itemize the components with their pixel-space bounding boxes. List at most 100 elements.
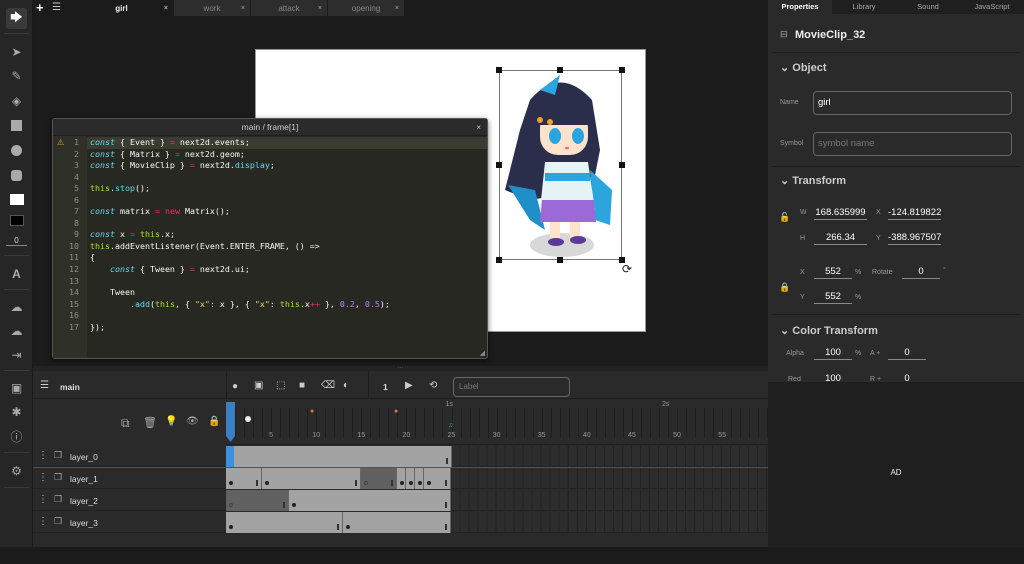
sound-marker-icon[interactable]: ♫ — [448, 422, 453, 429]
layer-row[interactable]: ⋮ ❐ layer_3 — [33, 512, 226, 533]
layer-row[interactable]: ⋮ ❐ layer_2 — [33, 490, 226, 511]
color-transform-section-header[interactable]: ⌄ Color Transform — [780, 324, 878, 337]
code-line[interactable]: const matrix = new Matrix(); — [87, 206, 487, 218]
frame-span[interactable] — [262, 468, 362, 489]
tab-properties[interactable]: Properties — [768, 0, 832, 14]
add-tab-icon[interactable]: + — [36, 0, 44, 15]
code-line[interactable] — [87, 310, 487, 322]
resize-handle[interactable] — [619, 162, 625, 168]
frame-span[interactable] — [406, 468, 416, 489]
editor-title-bar[interactable]: main / frame[1] × — [53, 119, 487, 136]
close-editor-button[interactable]: × — [476, 119, 481, 136]
playhead[interactable] — [226, 402, 235, 442]
onion-skin-icon[interactable]: ● — [232, 381, 238, 392]
code-line[interactable]: this.stop(); — [87, 183, 487, 195]
keyframe[interactable] — [229, 481, 233, 485]
loop-icon[interactable]: ⟲ — [429, 380, 437, 391]
pen-tool-icon[interactable]: ✎ — [6, 65, 27, 86]
rotate-input[interactable]: 0 — [902, 266, 940, 279]
close-tab-icon[interactable]: × — [241, 5, 245, 12]
frame-span[interactable] — [226, 468, 263, 489]
code-line[interactable]: const { Tween } = next2d.ui; — [87, 264, 487, 276]
fill-color-swatch[interactable] — [6, 189, 27, 210]
layer-row[interactable]: ⋮ ❐ layer_1 — [33, 468, 226, 489]
circle-tool-icon[interactable] — [6, 140, 27, 161]
tab-javascript[interactable]: JavaScript — [960, 0, 1024, 14]
height-input[interactable]: 266.34 — [814, 232, 867, 245]
stroke-color-swatch[interactable] — [6, 210, 27, 231]
scale-x-input[interactable]: 552 — [814, 266, 852, 279]
code-line[interactable]: }); — [87, 322, 487, 334]
light-icon[interactable]: 💡 — [165, 416, 177, 427]
code-line[interactable] — [87, 172, 487, 184]
resize-handle[interactable] — [557, 67, 563, 73]
code-line[interactable]: { — [87, 252, 487, 264]
info-icon[interactable]: ⓘ — [6, 426, 27, 447]
bug-icon[interactable]: ✱ — [6, 401, 27, 422]
frame-ruler[interactable]: 5 10 15 20 25 30 35 40 45 50 55 1s 2s — [226, 400, 769, 445]
export-icon[interactable]: ⇥ — [6, 344, 27, 365]
keyframe[interactable] — [400, 481, 405, 485]
delete-frame-icon[interactable]: ⌫ — [321, 380, 335, 391]
scene-menu-icon[interactable]: ☰ — [40, 380, 49, 391]
keyframe[interactable] — [292, 503, 297, 507]
object-section-header[interactable]: ⌄ Object — [780, 61, 827, 74]
code-line[interactable]: Tween — [87, 287, 487, 299]
code-line[interactable] — [87, 276, 487, 288]
alpha-offset-input[interactable]: 0 — [888, 347, 926, 360]
play-icon[interactable]: ▶ — [405, 380, 413, 391]
name-input[interactable]: girl — [813, 91, 1012, 115]
code-line[interactable] — [87, 218, 487, 230]
code-line[interactable]: const x = this.x; — [87, 229, 487, 241]
code-line[interactable]: const { Event } = next2d.events; — [87, 137, 487, 149]
direct-select-tool-icon[interactable]: ➤ — [6, 41, 27, 62]
frame-span[interactable] — [343, 512, 452, 533]
resize-handle[interactable] — [557, 257, 563, 263]
frame-span[interactable] — [361, 468, 398, 489]
keyframe[interactable] — [229, 525, 233, 529]
rotate-handle-icon[interactable]: ⟳ — [622, 262, 632, 276]
frame-span[interactable] — [415, 468, 425, 489]
cloud-download-icon[interactable]: ☁ — [6, 320, 27, 341]
frame-span[interactable] — [424, 468, 452, 489]
keyframe[interactable] — [409, 481, 414, 485]
delete-layer-icon[interactable]: 🗑 — [143, 416, 157, 429]
keyframe[interactable] — [364, 481, 369, 485]
lock-all-icon[interactable]: 🔒 — [208, 416, 220, 427]
drag-handle-icon[interactable]: ⋮ — [38, 472, 48, 483]
frame-icon[interactable]: ■ — [299, 380, 305, 391]
discord-icon[interactable]: ▣ — [6, 377, 27, 398]
red-offset-input[interactable]: 0 — [888, 373, 926, 382]
tween-toggle-icon[interactable]: ◐ — [343, 380, 349, 391]
code-line[interactable]: .add(this, { "x": x }, { "x": this.x++ }… — [87, 299, 487, 311]
red-input[interactable]: 100 — [814, 373, 852, 382]
keyframe[interactable] — [265, 481, 270, 485]
resize-handle[interactable] — [619, 67, 625, 73]
transform-section-header[interactable]: ⌄ Transform — [780, 174, 846, 187]
code-text-area[interactable]: const { Event } = next2d.events; const { … — [87, 136, 487, 358]
text-tool-icon[interactable]: A — [6, 263, 27, 284]
resize-grip-icon[interactable]: ◢ — [480, 349, 485, 357]
tab-sound[interactable]: Sound — [896, 0, 960, 14]
frame-label-input[interactable]: Label — [453, 377, 570, 397]
ad-area[interactable]: AD — [768, 382, 1024, 547]
frame-span[interactable] — [289, 490, 452, 511]
selected-frame[interactable] — [226, 446, 234, 467]
width-input[interactable]: 168.635999 — [814, 207, 867, 220]
keyframe[interactable] — [346, 525, 351, 529]
drag-handle-icon[interactable]: ⋮ — [38, 450, 48, 461]
selection-tool-icon[interactable]: 🡆 — [6, 8, 27, 29]
keyframe[interactable] — [229, 503, 233, 507]
resize-handle[interactable] — [496, 67, 502, 73]
y-input[interactable]: -388.967507 — [888, 232, 941, 245]
frame-span[interactable] — [226, 490, 290, 511]
tab-attack[interactable]: attack × — [251, 0, 328, 16]
x-input[interactable]: -124.819822 — [888, 207, 941, 220]
code-line[interactable]: this.addEventListener(Event.ENTER_FRAME,… — [87, 241, 487, 253]
tab-menu-icon[interactable]: ☰ — [52, 0, 61, 16]
code-line[interactable] — [87, 195, 487, 207]
keyframe[interactable] — [427, 481, 432, 485]
drag-handle-icon[interactable]: ⋮ — [38, 494, 48, 505]
layer-row[interactable]: ⋮ ❐ layer_0 — [33, 446, 226, 467]
empty-keyframe-icon[interactable]: ⬚ — [276, 380, 285, 391]
